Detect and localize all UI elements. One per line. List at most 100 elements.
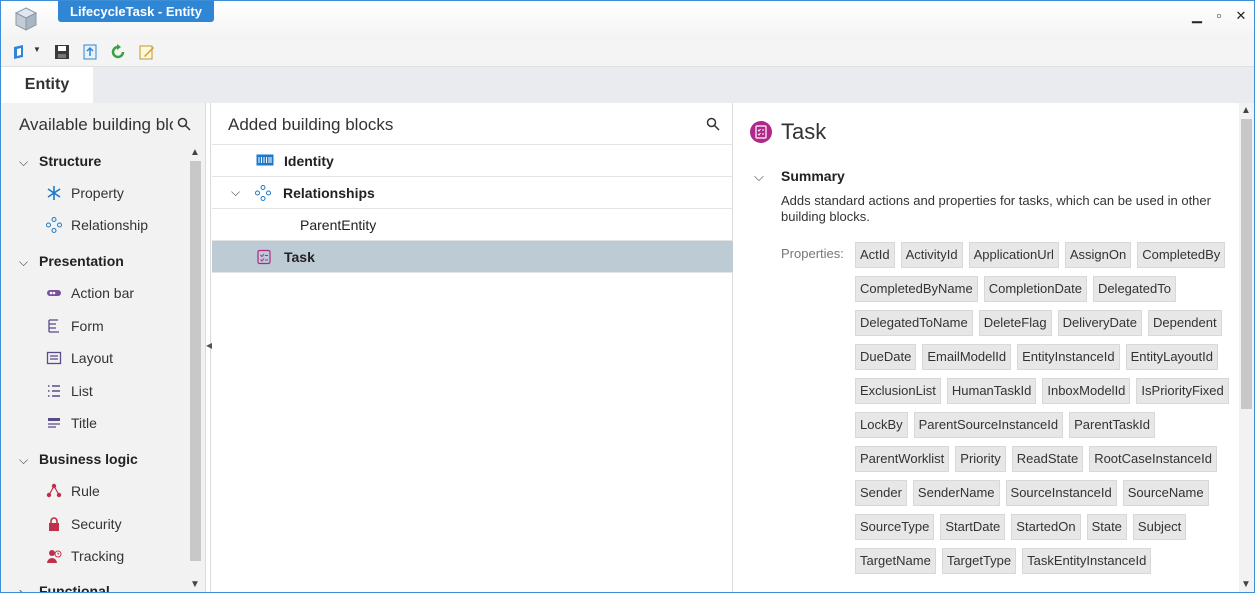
property-chip[interactable]: ExclusionList — [855, 378, 941, 404]
property-chip[interactable]: Subject — [1132, 514, 1187, 540]
property-chip[interactable]: ParentWorklist — [855, 446, 950, 472]
left-scrollbar[interactable]: ▲ ▼ — [188, 147, 202, 592]
restore-button[interactable]: ▫ — [1211, 8, 1227, 24]
layout-icon — [46, 351, 62, 365]
tab-entity[interactable]: Entity — [1, 67, 93, 103]
group-label: Business logic — [39, 451, 138, 467]
property-chip[interactable]: InboxModelId — [1042, 378, 1131, 404]
search-icon[interactable] — [177, 117, 191, 131]
chevron-down-icon: ⌵ — [19, 453, 29, 467]
item-label: Layout — [71, 350, 114, 366]
action-bar-icon — [47, 290, 61, 296]
panel-title: Added building blocks — [228, 115, 394, 134]
property-chip[interactable]: DueDate — [855, 344, 917, 370]
document-menu-icon[interactable] — [11, 43, 29, 61]
property-chip[interactable]: DelegatedTo — [1092, 276, 1176, 302]
property-chip[interactable]: ActId — [855, 242, 895, 268]
item-label: Action bar — [71, 285, 135, 301]
property-chip[interactable]: CompletionDate — [983, 276, 1087, 302]
property-chip[interactable]: SenderName — [912, 480, 1000, 506]
app-cube-icon — [14, 7, 38, 31]
chevron-right-icon: › — [19, 585, 23, 593]
scroll-thumb[interactable] — [190, 161, 201, 561]
chevron-down-icon[interactable]: ⌵ — [231, 185, 240, 200]
property-chip[interactable]: SourceName — [1122, 480, 1209, 506]
scroll-thumb[interactable] — [1241, 119, 1252, 409]
edit-icon[interactable] — [138, 43, 156, 61]
item-label: Form — [71, 318, 104, 334]
form-icon — [48, 319, 59, 333]
item-label: List — [71, 383, 93, 399]
tree-row-parententity[interactable]: ParentEntity — [212, 208, 733, 240]
row-label: ParentEntity — [300, 217, 377, 233]
property-chip[interactable]: HumanTaskId — [946, 378, 1037, 404]
task-icon — [750, 121, 772, 143]
property-chip[interactable]: ActivityId — [900, 242, 963, 268]
property-chip[interactable]: ParentTaskId — [1069, 412, 1155, 438]
group-business-logic[interactable]: ⌵ Business logic — [19, 449, 138, 469]
property-chip[interactable]: Dependent — [1147, 310, 1222, 336]
property-chip[interactable]: Priority — [955, 446, 1006, 472]
right-scrollbar[interactable]: ▲ ▼ — [1239, 103, 1254, 592]
refresh-icon[interactable] — [109, 43, 127, 61]
toolbar: ▼ — [1, 37, 1254, 67]
minimize-button[interactable]: ▁ — [1189, 8, 1205, 24]
close-button[interactable]: ✕ — [1233, 8, 1249, 24]
scroll-up-icon[interactable]: ▲ — [188, 147, 202, 159]
property-chip[interactable]: ReadState — [1011, 446, 1084, 472]
publish-icon[interactable] — [81, 43, 99, 61]
property-chip[interactable]: DelegatedToName — [855, 310, 973, 336]
property-chip[interactable]: CompletedByName — [855, 276, 978, 302]
property-chip[interactable]: TargetName — [855, 548, 936, 574]
property-chip[interactable]: DeleteFlag — [978, 310, 1052, 336]
property-chip[interactable]: DeliveryDate — [1057, 310, 1142, 336]
search-icon[interactable] — [706, 117, 720, 131]
tree-row-task[interactable]: Task — [212, 240, 733, 272]
scroll-down-icon[interactable]: ▼ — [188, 579, 202, 591]
relationship-icon — [46, 217, 62, 233]
summary-heading[interactable]: Summary — [781, 168, 845, 184]
property-chip[interactable]: SourceInstanceId — [1005, 480, 1117, 506]
property-chip[interactable]: RootCaseInstanceId — [1089, 446, 1217, 472]
chevron-down-icon: ⌵ — [19, 255, 29, 269]
property-chip[interactable]: ParentSourceInstanceId — [913, 412, 1064, 438]
group-functional[interactable]: › Functional — [19, 581, 110, 593]
property-chip[interactable]: TaskEntityInstanceId — [1022, 548, 1152, 574]
chevron-down-icon[interactable]: ▼ — [33, 45, 41, 54]
save-icon[interactable] — [53, 43, 71, 61]
application-window: LifecycleTask - Entity ▁ ▫ ✕ ▼ Entity Av… — [0, 0, 1255, 593]
title-icon — [48, 418, 60, 428]
property-chip[interactable]: Sender — [855, 480, 907, 506]
row-label: Relationships — [283, 185, 375, 201]
tree-row-relationships[interactable]: ⌵ Relationships — [212, 176, 733, 208]
property-chip[interactable]: TargetType — [941, 548, 1017, 574]
added-blocks-panel: Added building blocks Identity ⌵ Relatio… — [212, 103, 733, 592]
property-chip[interactable]: State — [1086, 514, 1127, 540]
task-icon — [257, 249, 271, 265]
properties-list: ActId ActivityId ApplicationUrl AssignOn Com… — [855, 242, 1235, 582]
properties-label: Properties: — [781, 246, 844, 261]
group-structure[interactable]: ⌵ Structure — [19, 151, 101, 171]
item-label: Property — [71, 185, 124, 201]
property-chip[interactable]: SourceType — [855, 514, 935, 540]
property-chip[interactable]: AssignOn — [1064, 242, 1132, 268]
chevron-down-icon[interactable]: ⌵ — [754, 169, 764, 185]
relationship-icon — [255, 185, 271, 201]
detail-title: Task — [781, 119, 827, 144]
property-chip[interactable]: CompletedBy — [1137, 242, 1226, 268]
property-chip[interactable]: EmailModelId — [922, 344, 1012, 370]
group-label: Structure — [39, 153, 102, 169]
property-chip[interactable]: StartedOn — [1011, 514, 1081, 540]
group-presentation[interactable]: ⌵ Presentation — [19, 251, 124, 271]
tree-row-identity[interactable]: Identity — [212, 144, 733, 176]
property-chip[interactable]: StartDate — [940, 514, 1006, 540]
asterisk-icon — [47, 186, 61, 200]
property-chip[interactable]: ApplicationUrl — [968, 242, 1059, 268]
property-chip[interactable]: EntityLayoutId — [1125, 344, 1218, 370]
scroll-down-icon[interactable]: ▼ — [1239, 579, 1253, 591]
scroll-up-icon[interactable]: ▲ — [1239, 105, 1253, 117]
property-chip[interactable]: EntityInstanceId — [1017, 344, 1120, 370]
property-chip[interactable]: IsPriorityFixed — [1136, 378, 1229, 404]
property-chip[interactable]: LockBy — [855, 412, 908, 438]
panel-splitter[interactable]: ◀ — [205, 103, 212, 592]
